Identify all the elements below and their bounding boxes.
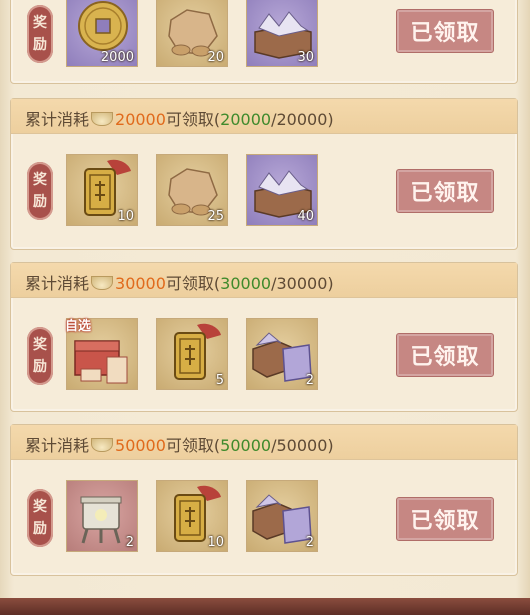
reward-item-token-pendant[interactable]: 10 bbox=[66, 154, 138, 226]
reward-card-top: 奖 励 2000 20 30 已领取 bbox=[10, 0, 518, 84]
reward-tag: 奖 励 bbox=[27, 489, 53, 547]
reward-item-rice-sack[interactable]: 25 bbox=[156, 154, 228, 226]
ingot-icon bbox=[91, 112, 114, 126]
tier-header: 累计消耗 20000可领取(20000/20000) bbox=[11, 99, 517, 134]
reward-card-tier-1: 累计消耗 20000可领取(20000/20000) 奖 励 10 25 40 已… bbox=[10, 98, 518, 250]
reward-item-letter-box[interactable]: 2 bbox=[246, 480, 318, 552]
reward-card-tier-3: 累计消耗50000可领取(50000/50000) 奖 励 2 10 2 已领 bbox=[10, 424, 518, 576]
ingot-icon bbox=[91, 276, 114, 290]
bottom-frame bbox=[0, 598, 530, 615]
claimed-button[interactable]: 已领取 bbox=[396, 9, 494, 53]
reward-tag: 奖 励 bbox=[27, 162, 53, 220]
claimed-button[interactable]: 已领取 bbox=[396, 333, 494, 377]
claimed-button[interactable]: 已领取 bbox=[396, 497, 494, 541]
tier-requirement-text: 累计消耗 30000可领取(30000/30000) bbox=[25, 274, 334, 293]
optional-choice-tag: 自选 bbox=[65, 319, 92, 334]
reward-item-copper-coin[interactable]: 2000 bbox=[66, 0, 138, 67]
reward-tag: 奖 励 bbox=[27, 327, 53, 385]
reward-item-token-pendant[interactable]: 5 bbox=[156, 318, 228, 390]
tier-requirement-text: 累计消耗 20000可领取(20000/20000) bbox=[25, 110, 334, 129]
reward-card-tier-2: 累计消耗30000可领取(30000/30000) 奖 励 自选 5 2 已领 bbox=[10, 262, 518, 412]
claimed-button[interactable]: 已领取 bbox=[396, 169, 494, 213]
reward-item-token-pendant[interactable]: 10 bbox=[156, 480, 228, 552]
reward-item-letter-box[interactable]: 40 bbox=[246, 154, 318, 226]
reward-item-bronze-cauldron[interactable]: 2 bbox=[66, 480, 138, 552]
tier-requirement-text: 累计消耗 50000可领取(50000/50000) bbox=[25, 436, 334, 455]
reward-tag: 奖 励 bbox=[27, 5, 53, 63]
reward-item-letter-box[interactable]: 2 bbox=[246, 318, 318, 390]
reward-item-letter-box[interactable]: 30 bbox=[246, 0, 318, 67]
reward-item-rice-sack[interactable]: 20 bbox=[156, 0, 228, 67]
tier-header: 累计消耗 50000可领取(50000/50000) bbox=[11, 425, 517, 460]
reward-item-gift-chest[interactable]: 自选 bbox=[65, 318, 138, 390]
ingot-icon bbox=[91, 438, 114, 452]
tier-header: 累计消耗 30000可领取(30000/30000) bbox=[11, 263, 517, 298]
